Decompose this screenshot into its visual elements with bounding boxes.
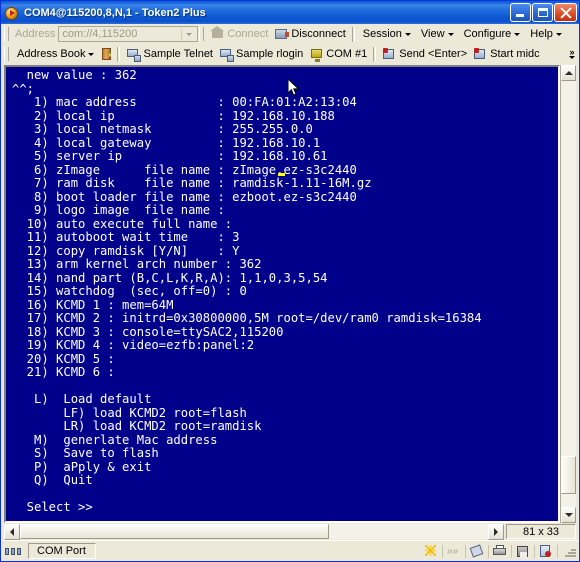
disconnect-label: Disconnect	[291, 28, 346, 40]
disconnect-button[interactable]: Disconnect	[271, 26, 348, 43]
scroll-up-button[interactable]	[561, 65, 576, 81]
shortcut-start-midc[interactable]: Start midc	[470, 46, 543, 63]
hand-pointer-icon[interactable]	[469, 543, 485, 559]
shortcut-sample-telnet[interactable]: Sample Telnet	[123, 46, 216, 63]
menu-view[interactable]: View	[416, 27, 459, 41]
vertical-scrollbar[interactable]	[560, 65, 576, 523]
vertical-scroll-thumb[interactable]	[561, 455, 576, 495]
chevron-down-icon	[404, 32, 411, 36]
plug-icon	[274, 27, 290, 41]
scroll-down-button[interactable]	[561, 507, 576, 523]
chevron-down-icon	[514, 32, 521, 36]
chevron-down-icon	[88, 52, 95, 56]
shortcut-com1[interactable]: COM #1	[306, 46, 370, 63]
status-icon-group: »»	[423, 543, 559, 559]
address-value: com://4,115200	[62, 28, 138, 40]
toolbar-grip-2[interactable]	[199, 27, 205, 41]
menu-session[interactable]: Session	[358, 27, 416, 41]
toolbar-separator	[351, 26, 355, 42]
connection-toolbar: Address com://4,115200 Connect Disconnec…	[1, 24, 579, 44]
send-icon	[382, 47, 397, 61]
address-book-icon[interactable]	[99, 47, 114, 61]
shortcut-label: Sample rlogin	[236, 48, 304, 60]
scroll-right-button[interactable]	[488, 524, 504, 540]
chevron-down-icon	[555, 32, 562, 36]
toolbar-separator-3	[373, 46, 377, 62]
terminal-screen[interactable]: new value : 362 ^^; 1) mac address : 00:…	[4, 65, 560, 523]
computer-icon	[219, 47, 234, 62]
chevron-down-icon	[569, 56, 575, 59]
menu-help-label: Help	[530, 28, 553, 40]
status-divider	[511, 544, 512, 558]
window-title: COM4@115200,8,N,1 - Token2 Plus	[24, 6, 206, 19]
terminal-cursor	[278, 173, 285, 176]
toolbar-separator-2	[117, 46, 121, 62]
menu-view-label: View	[420, 28, 445, 40]
vertical-scroll-track[interactable]	[561, 81, 576, 507]
toolbar-overflow-button[interactable]: »	[569, 47, 577, 59]
shortcuts-toolbar: Address Book Sample Telnet Sample rlogin…	[1, 44, 579, 64]
printer-icon[interactable]	[492, 544, 508, 559]
house-icon	[210, 26, 225, 41]
address-book-label: Address Book	[17, 48, 86, 60]
computer-icon	[126, 47, 142, 62]
shortcut-sample-rlogin[interactable]: Sample rlogin	[216, 46, 306, 63]
log-icon[interactable]	[538, 544, 554, 559]
close-button[interactable]	[554, 3, 577, 22]
scroll-left-button[interactable]	[4, 524, 20, 540]
shortcut-send-enter[interactable]: Send <Enter>	[379, 46, 470, 63]
minimize-button[interactable]	[510, 3, 531, 22]
connect-button[interactable]: Connect	[207, 26, 271, 43]
save-icon[interactable]	[515, 544, 531, 559]
menu-configure-label: Configure	[463, 28, 512, 40]
shortcut-label: Start midc	[490, 48, 540, 60]
chevron-down-icon[interactable]	[181, 28, 196, 40]
app-globe-icon	[4, 5, 20, 21]
window-controls	[510, 3, 577, 22]
terminal-size-indicator: 81 x 33	[506, 524, 576, 539]
status-divider	[488, 544, 489, 558]
shortcut-label: Sample Telnet	[143, 48, 213, 60]
horizontal-scroll-row: 81 x 33	[1, 523, 579, 540]
shortcut-label: Send <Enter>	[399, 48, 468, 60]
address-input[interactable]: com://4,115200	[58, 26, 199, 42]
horizontal-scroll-track[interactable]	[20, 524, 488, 539]
resize-grip[interactable]	[564, 545, 577, 558]
status-divider	[442, 544, 443, 558]
terminal-output: new value : 362 ^^; 1) mac address : 00:…	[12, 68, 482, 514]
address-label: Address	[15, 28, 56, 40]
chevron-down-icon	[447, 32, 454, 36]
highlight-icon[interactable]	[423, 544, 439, 559]
menu-session-label: Session	[362, 28, 402, 40]
status-divider	[534, 544, 535, 558]
connect-label: Connect	[227, 28, 269, 40]
shortcut-label: COM #1	[326, 48, 368, 60]
serial-port-icon	[309, 47, 324, 62]
menu-help[interactable]: Help	[525, 27, 567, 41]
address-book-button[interactable]: Address Book	[12, 47, 99, 61]
horizontal-scroll-thumb[interactable]	[20, 524, 329, 539]
overflow-label: »	[569, 47, 575, 57]
status-port-panel: COM Port	[28, 543, 96, 559]
fast-forward-icon[interactable]: »»	[446, 544, 462, 559]
toolbar-grip-3[interactable]	[4, 47, 9, 61]
status-divider	[465, 544, 466, 558]
title-bar: COM4@115200,8,N,1 - Token2 Plus	[1, 1, 579, 24]
application-window: COM4@115200,8,N,1 - Token2 Plus Address …	[0, 0, 580, 562]
status-port-label: COM Port	[37, 545, 86, 557]
menu-configure[interactable]: Configure	[459, 27, 526, 41]
toolbar-grip[interactable]	[4, 27, 9, 41]
terminal-area: new value : 362 ^^; 1) mac address : 00:…	[1, 64, 579, 540]
serial-connection-icon	[5, 545, 25, 558]
maximize-button[interactable]	[532, 3, 553, 22]
status-bar: COM Port »»	[1, 540, 579, 561]
send-icon	[473, 47, 488, 61]
status-divider	[557, 544, 558, 558]
